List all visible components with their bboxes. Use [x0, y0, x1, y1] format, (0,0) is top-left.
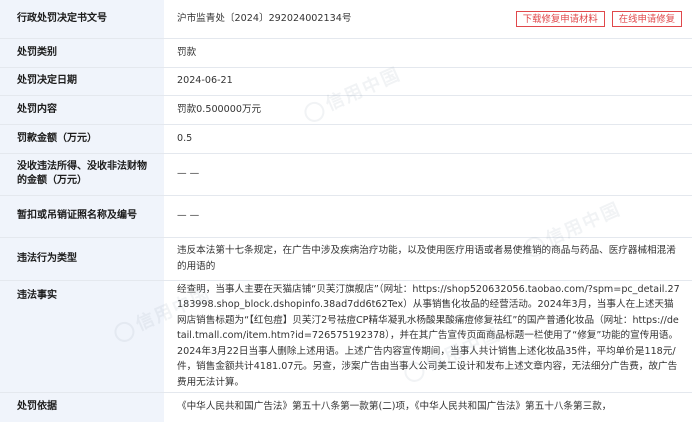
- row-license-revocation: 暂扣或吊销证照名称及编号 — —: [0, 195, 692, 238]
- row-fine-amount: 罚款金额（万元） 0.5: [0, 124, 692, 154]
- label-fine-amount: 罚款金额（万元）: [0, 124, 164, 154]
- value-decision-date: 2024-06-21: [164, 67, 692, 96]
- label-confiscation-amount: 没收违法所得、没收非法财物的金额（万元）: [0, 153, 164, 196]
- row-decision-date: 处罚决定日期 2024-06-21: [0, 67, 692, 96]
- row-violation-type: 违法行为类型 违反本法第十七条规定，在广告中涉及疾病治疗功能，以及使用医疗用语或…: [0, 237, 692, 281]
- download-repair-materials-button[interactable]: 下载修复申请材料: [515, 10, 605, 27]
- label-penalty-content: 处罚内容: [0, 95, 164, 125]
- online-repair-application-button[interactable]: 在线申请修复: [611, 10, 682, 27]
- label-penalty-basis: 处罚依据: [0, 392, 164, 422]
- value-decision-number: 沪市监青处〔2024〕292024002134号: [177, 13, 352, 24]
- row-violation-facts: 违法事实 经查明，当事人主要在天猫店铺“贝芙汀旗舰店”（网址：https://s…: [0, 280, 692, 393]
- label-violation-facts: 违法事实: [0, 280, 164, 393]
- value-violation-facts: 经查明，当事人主要在天猫店铺“贝芙汀旗舰店”（网址：https://shop52…: [164, 280, 692, 393]
- row-penalty-category: 处罚类别 罚款: [0, 38, 692, 68]
- row-confiscation-amount: 没收违法所得、没收非法财物的金额（万元） — —: [0, 153, 692, 196]
- value-penalty-content: 罚款0.500000万元: [164, 95, 692, 125]
- value-confiscation-amount: — —: [164, 153, 692, 196]
- row-penalty-content: 处罚内容 罚款0.500000万元: [0, 95, 692, 125]
- value-penalty-basis: 《中华人民共和国广告法》第五十八条第一款第(二)项，《中华人民共和国广告法》第五…: [164, 392, 692, 422]
- row-decision-number: 行政处罚决定书文号 沪市监青处〔2024〕292024002134号 下载修复申…: [0, 0, 692, 39]
- penalty-detail-table: 行政处罚决定书文号 沪市监青处〔2024〕292024002134号 下载修复申…: [0, 0, 692, 422]
- value-penalty-category: 罚款: [164, 38, 692, 68]
- penalty-detail-panel: 行政处罚决定书文号 沪市监青处〔2024〕292024002134号 下载修复申…: [0, 0, 692, 422]
- label-decision-date: 处罚决定日期: [0, 67, 164, 96]
- value-license-revocation: — —: [164, 195, 692, 238]
- label-license-revocation: 暂扣或吊销证照名称及编号: [0, 195, 164, 238]
- value-fine-amount: 0.5: [164, 124, 692, 154]
- label-penalty-category: 处罚类别: [0, 38, 164, 68]
- value-violation-type: 违反本法第十七条规定，在广告中涉及疾病治疗功能，以及使用医疗用语或者易使推销的商…: [164, 237, 692, 281]
- label-violation-type: 违法行为类型: [0, 237, 164, 281]
- label-decision-number: 行政处罚决定书文号: [0, 0, 164, 39]
- row-penalty-basis: 处罚依据 《中华人民共和国广告法》第五十八条第一款第(二)项，《中华人民共和国广…: [0, 392, 692, 422]
